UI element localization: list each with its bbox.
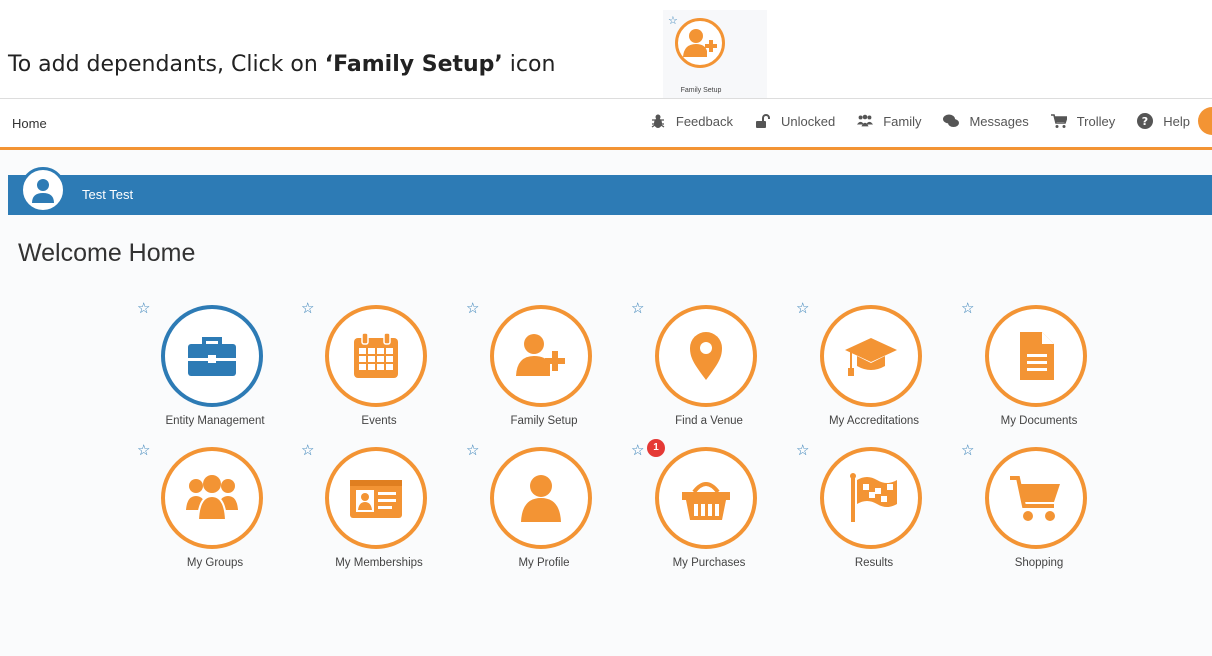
group-icon	[186, 475, 238, 521]
favorite-star-icon[interactable]: ☆	[796, 441, 809, 459]
favorite-star-icon[interactable]: ☆	[631, 441, 644, 459]
shopping-cart-icon	[1010, 476, 1060, 521]
graduation-cap-icon	[845, 338, 897, 376]
nav-trolley[interactable]: Trolley	[1050, 113, 1116, 129]
tile-my-purchases[interactable]: ☆ 1 My Purchases	[627, 439, 791, 581]
tile-shopping[interactable]: ☆ Shopping	[957, 441, 1121, 581]
tile-icon-ring	[985, 447, 1087, 549]
instruction-suffix: icon	[502, 52, 556, 77]
tile-label: My Documents	[1000, 415, 1078, 427]
svg-text:?: ?	[1142, 115, 1148, 128]
nav-feedback[interactable]: Feedback	[650, 113, 733, 129]
account-avatar[interactable]	[1198, 107, 1212, 135]
tile-label: My Accreditations	[828, 415, 920, 427]
app-window: Home Feedback Unlocked Family Messages T…	[0, 98, 1212, 656]
tile-events[interactable]: ☆ Events	[297, 299, 461, 439]
top-navbar: Home Feedback Unlocked Family Messages T…	[0, 99, 1212, 150]
tile-my-accreditations[interactable]: ☆ My Accreditations	[792, 299, 956, 439]
tile-label: My Profile	[518, 557, 570, 569]
favorite-star-icon[interactable]: ☆	[466, 299, 479, 317]
favorite-star-icon[interactable]: ☆	[466, 441, 479, 459]
favorite-star-icon[interactable]: ☆	[796, 299, 809, 317]
nav-family-label: Family	[883, 113, 922, 129]
tile-icon-ring	[985, 305, 1087, 407]
tile-label: My Groups	[186, 557, 244, 569]
nav-feedback-label: Feedback	[675, 113, 733, 129]
nav-trolley-label: Trolley	[1076, 113, 1116, 129]
nav-unlocked-label: Unlocked	[780, 113, 836, 129]
tile-my-memberships[interactable]: ☆ My Memberships	[297, 441, 461, 581]
add-user-icon	[516, 334, 565, 376]
tile-entity-management[interactable]: ☆ Entity Management	[133, 299, 297, 439]
tile-label: My Memberships	[335, 557, 423, 569]
tile-label: Family Setup	[510, 415, 578, 427]
nav-messages-label: Messages	[969, 113, 1029, 129]
briefcase-icon	[188, 337, 236, 376]
tile-label: Find a Venue	[675, 415, 743, 427]
tile-icon-ring	[490, 447, 592, 549]
add-user-icon	[675, 18, 725, 68]
favorite-star-icon[interactable]: ☆	[961, 299, 974, 317]
tile-icon-ring	[490, 305, 592, 407]
tile-icon-ring	[325, 305, 427, 407]
tile-icon-ring	[325, 447, 427, 549]
user-icon	[32, 179, 54, 203]
user-banner: Test Test	[8, 167, 1212, 215]
tile-label: Events	[361, 415, 397, 427]
tile-my-profile[interactable]: ☆ My Profile	[462, 441, 626, 581]
flag-icon	[850, 473, 897, 522]
instruction-text: To add dependants, Click on ‘Family Setu…	[8, 52, 555, 77]
tile-icon-ring	[820, 447, 922, 549]
star-icon: ☆	[668, 15, 678, 27]
help-icon: ?	[1137, 113, 1154, 129]
nav-unlocked[interactable]: Unlocked	[755, 113, 835, 129]
tile-icon-ring	[161, 305, 263, 407]
nav-messages[interactable]: Messages	[943, 113, 1029, 129]
top-nav-menu: Feedback Unlocked Family Messages Trolle…	[628, 113, 1190, 129]
nav-help-label: Help	[1163, 113, 1190, 129]
favorite-star-icon[interactable]: ☆	[137, 441, 150, 459]
favorite-star-icon[interactable]: ☆	[631, 299, 644, 317]
user-name: Test Test	[82, 187, 134, 202]
document-icon	[1020, 332, 1054, 380]
tile-icon-ring	[655, 305, 757, 407]
tile-label: Results	[854, 557, 894, 569]
instruction-prefix: To add dependants, Click on	[8, 52, 325, 77]
nav-help[interactable]: ? Help	[1137, 113, 1190, 129]
favorite-star-icon[interactable]: ☆	[137, 299, 150, 317]
home-link[interactable]: Home	[12, 116, 47, 131]
cart-icon	[1050, 114, 1067, 128]
nav-family[interactable]: Family	[857, 113, 921, 129]
family-setup-callout: ☆ Family Setup	[663, 10, 767, 98]
tile-label: My Purchases	[672, 557, 746, 569]
bug-icon	[651, 114, 665, 128]
tile-icon-ring	[161, 447, 263, 549]
chat-icon	[943, 114, 960, 127]
user-avatar[interactable]	[20, 167, 66, 213]
page-title: Welcome Home	[18, 239, 196, 267]
tile-family-setup[interactable]: ☆ Family Setup	[462, 299, 626, 439]
id-card-icon	[350, 480, 402, 518]
favorite-star-icon[interactable]: ☆	[301, 299, 314, 317]
tile-icon-ring	[655, 447, 757, 549]
instruction-highlight: ‘Family Setup’	[324, 52, 503, 77]
favorite-star-icon[interactable]: ☆	[961, 441, 974, 459]
map-pin-icon	[690, 332, 722, 380]
tile-my-documents[interactable]: ☆ My Documents	[957, 299, 1121, 439]
basket-icon	[682, 482, 730, 520]
family-icon	[857, 114, 874, 127]
tile-label: Entity Management	[165, 415, 265, 427]
tile-results[interactable]: ☆ Results	[792, 441, 956, 581]
tile-my-groups[interactable]: ☆ My Groups	[133, 441, 297, 581]
callout-caption: Family Setup	[680, 87, 722, 94]
tile-icon-ring	[820, 305, 922, 407]
notification-badge: 1	[647, 439, 665, 457]
tile-find-a-venue[interactable]: ☆ Find a Venue	[627, 299, 791, 439]
unlock-icon	[755, 114, 770, 128]
user-icon	[521, 475, 561, 522]
calendar-icon	[354, 332, 398, 378]
tile-label: Shopping	[1014, 557, 1064, 569]
favorite-star-icon[interactable]: ☆	[301, 441, 314, 459]
